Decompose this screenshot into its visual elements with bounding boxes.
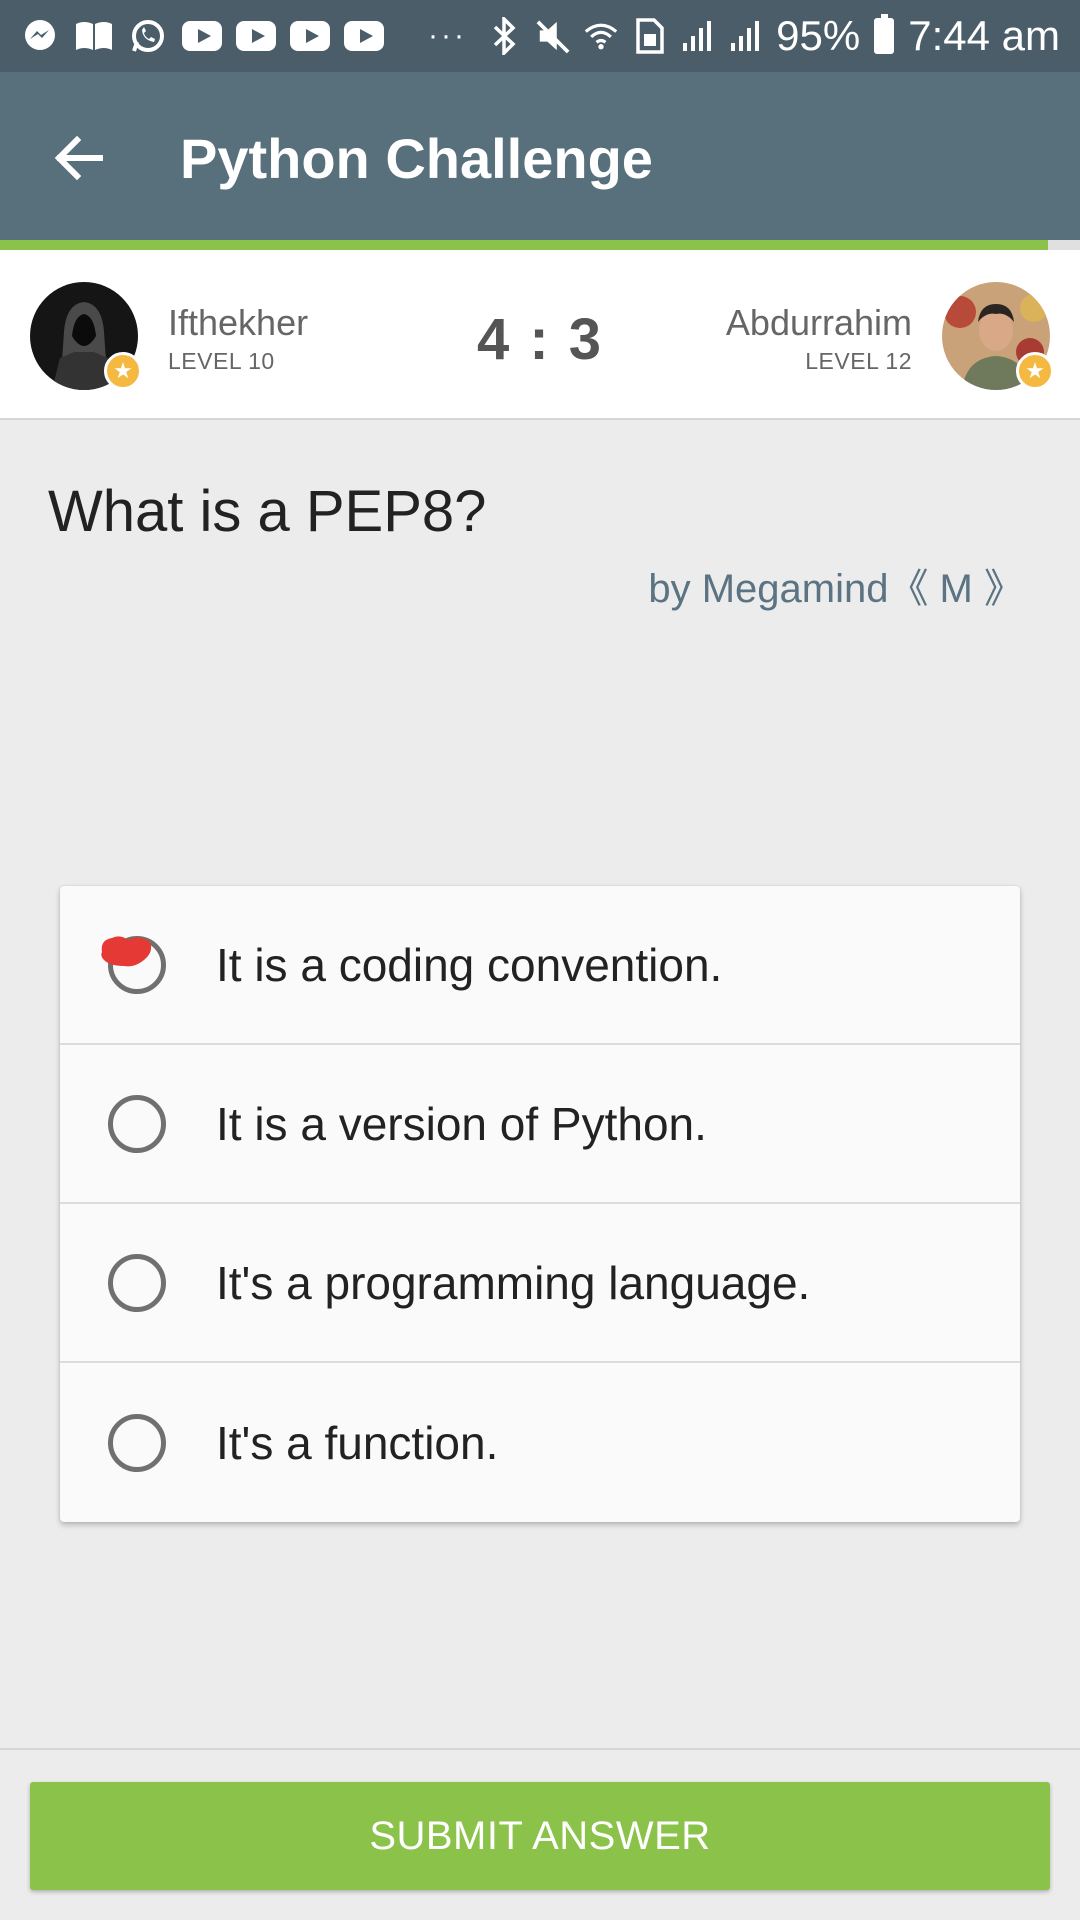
app-bar: Python Challenge [0, 72, 1080, 240]
question-text: What is a PEP8? [48, 479, 487, 544]
battery-percent: 95% [776, 12, 861, 59]
signal-icon [728, 17, 762, 55]
submit-answer-button[interactable]: SUBMIT ANSWER [30, 1782, 1050, 1890]
answer-option[interactable]: It is a coding convention. [60, 886, 1020, 1045]
book-icon [74, 18, 114, 54]
battery-icon [874, 14, 895, 54]
red-scribble-mark [101, 936, 152, 967]
divider [0, 1748, 1080, 1750]
arrow-back-icon [54, 135, 103, 181]
more-notifications-icon: ··· [428, 19, 467, 52]
radio-button[interactable] [108, 1094, 166, 1153]
whatsapp-icon [128, 18, 168, 54]
player-right-level: LEVEL 12 [805, 348, 912, 374]
answer-option[interactable]: It's a function. [60, 1363, 1020, 1522]
answer-options: It is a coding convention. It is a versi… [60, 886, 1020, 1522]
radio-button[interactable] [108, 1413, 166, 1472]
player-right-name: Abdurrahim [725, 302, 912, 343]
players-header: ★ Ifthekher LEVEL 10 4 : 3 Abdurrahim LE… [0, 250, 1080, 420]
answer-option[interactable]: It's a programming language. [60, 1204, 1020, 1363]
youtube-icon [182, 18, 222, 54]
answer-text: It is a coding convention. [216, 938, 723, 991]
notification-icons: ··· [20, 18, 467, 54]
back-button[interactable] [50, 128, 110, 188]
progress-bar [0, 240, 1080, 250]
answer-text: It is a version of Python. [216, 1097, 707, 1150]
bluetooth-icon [488, 17, 522, 55]
player-right-avatar[interactable]: ★ [942, 282, 1054, 390]
progress-fill [0, 240, 1048, 250]
radio-button[interactable] [108, 1253, 166, 1312]
signal-icon [680, 17, 714, 55]
clock: 7:44 am [908, 12, 1060, 59]
question-author: by Megamind《 M 》 [648, 567, 1024, 611]
youtube-icon [344, 18, 384, 54]
messenger-icon [20, 18, 60, 54]
mute-icon [536, 17, 570, 55]
wifi-icon [584, 17, 618, 55]
answer-text: It's a function. [216, 1416, 499, 1469]
answer-text: It's a programming language. [216, 1256, 811, 1309]
status-bar: ··· 95% 7:44 am [0, 0, 1080, 72]
star-badge-icon: ★ [1016, 352, 1054, 390]
page-title: Python Challenge [180, 127, 653, 190]
youtube-icon [290, 18, 330, 54]
answer-option[interactable]: It is a version of Python. [60, 1045, 1020, 1204]
score: 4 : 3 [476, 307, 604, 372]
sim-icon [632, 17, 666, 55]
youtube-icon [236, 18, 276, 54]
